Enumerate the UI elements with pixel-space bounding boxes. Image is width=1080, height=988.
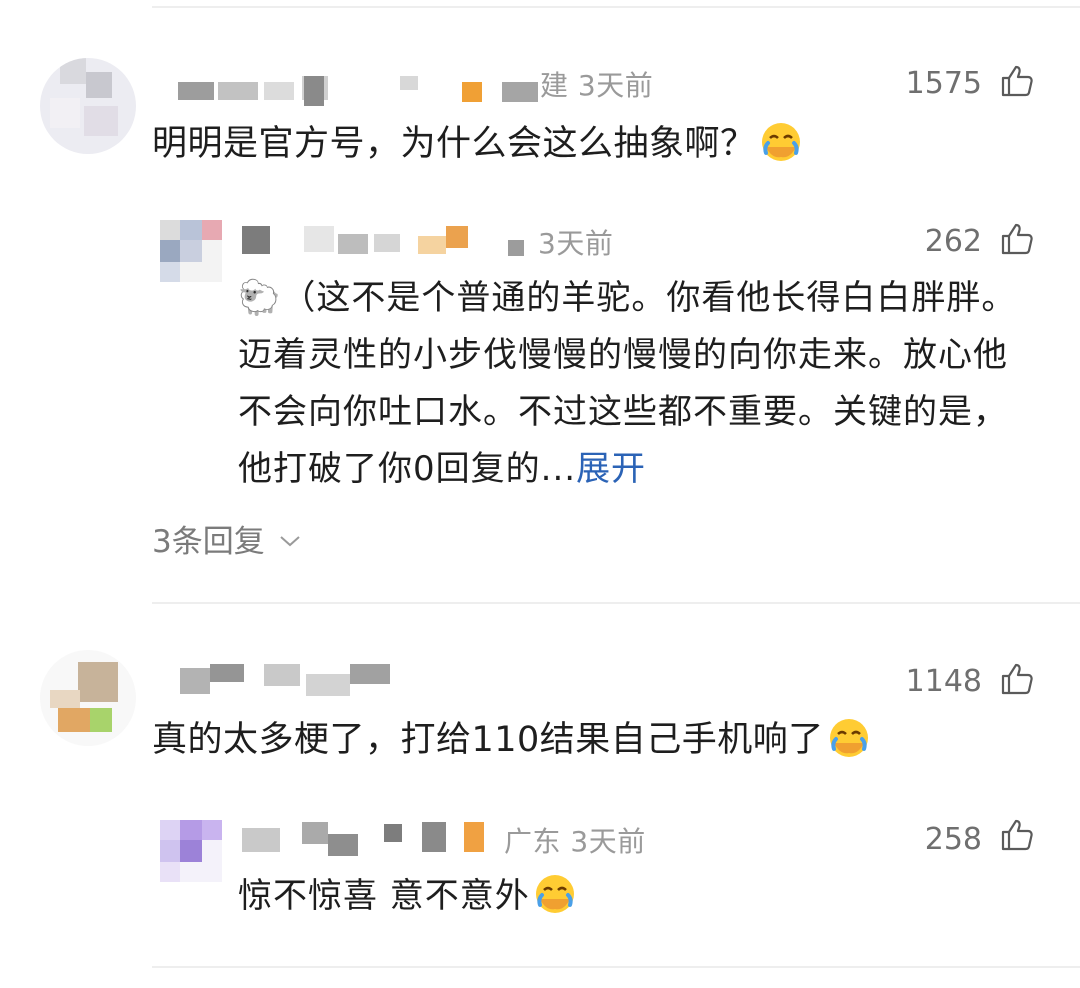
reply-text: 🐑（这不是个普通的羊驼。你看他长得白白胖胖。迈着灵性的小步伐慢慢的慢慢的向你走来… xyxy=(238,270,1038,498)
comment-text-content: 真的太多梗了，打给110结果自己手机响了 xyxy=(152,720,824,760)
top-divider xyxy=(152,6,1080,8)
chevron-down-icon xyxy=(279,536,300,547)
comment-meta: 建 3天前 xyxy=(540,69,654,102)
face-palm-emoji-icon xyxy=(829,719,868,757)
reply-meta: 广东 3天前 xyxy=(504,825,646,858)
avatar[interactable] xyxy=(40,650,136,746)
like-count: 1575 xyxy=(905,66,982,101)
reply-like-count: 258 xyxy=(924,822,982,857)
reply-avatar[interactable] xyxy=(160,820,222,882)
face-palm-emoji-icon xyxy=(761,123,800,161)
comment-text: 明明是官方号，为什么会这么抽象啊？ xyxy=(152,116,802,173)
username-blurred[interactable] xyxy=(180,664,420,696)
comment-text: 真的太多梗了，打给110结果自己手机响了 xyxy=(152,712,870,769)
thumbs-up-icon[interactable] xyxy=(1000,222,1034,256)
thumbs-up-icon[interactable] xyxy=(1000,662,1034,696)
bottom-divider xyxy=(152,966,1080,968)
view-replies-button[interactable]: 3条回复 xyxy=(152,516,301,561)
thumbs-up-icon[interactable] xyxy=(1000,818,1034,852)
reply-like-count: 262 xyxy=(924,224,982,259)
reply-text-content: 惊不惊喜 意不意外 xyxy=(238,876,530,916)
face-palm-emoji-icon xyxy=(535,875,574,913)
avatar[interactable] xyxy=(40,58,136,154)
reply-avatar[interactable] xyxy=(160,220,222,282)
reply-text: 惊不惊喜 意不意外 xyxy=(238,868,576,925)
reply-meta: 3天前 xyxy=(538,227,614,260)
username-blurred[interactable] xyxy=(178,76,548,106)
reply-username-blurred[interactable] xyxy=(242,822,504,856)
sheep-emoji-icon: 🐑 xyxy=(238,278,282,318)
thumbs-up-icon[interactable] xyxy=(1000,64,1034,98)
view-replies-label: 3条回复 xyxy=(152,524,265,560)
expand-link[interactable]: 展开 xyxy=(576,449,646,489)
reply-username-blurred[interactable] xyxy=(242,226,532,256)
comment-divider xyxy=(152,602,1080,604)
comment-text-content: 明明是官方号，为什么会这么抽象啊？ xyxy=(152,124,756,164)
like-count: 1148 xyxy=(905,664,982,699)
